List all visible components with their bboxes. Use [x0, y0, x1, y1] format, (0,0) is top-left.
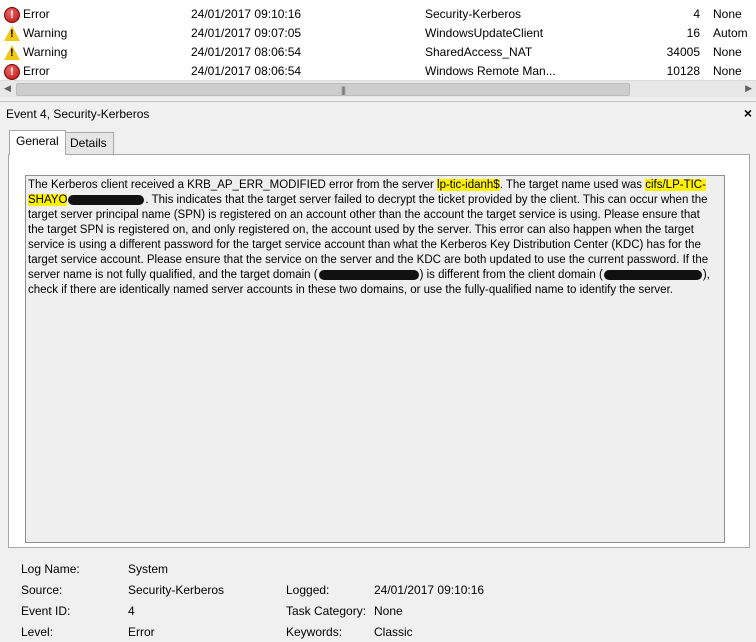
- tab-general[interactable]: General: [9, 130, 66, 155]
- table-row[interactable]: ! Error 24/01/2017 08:06:54 Windows Remo…: [0, 62, 756, 81]
- event-source: SharedAccess_NAT: [425, 45, 533, 59]
- error-icon: !: [4, 7, 20, 23]
- server-name-highlight: lp-tic-idanh$: [437, 179, 500, 191]
- event-source: WindowsUpdateClient: [425, 26, 544, 40]
- detail-pane-header: Event 4, Security-Kerberos ×: [0, 101, 756, 126]
- event-level: Error: [23, 64, 50, 78]
- event-id: 4: [693, 7, 700, 21]
- source-label: Source:: [21, 583, 63, 597]
- redaction-mark: [318, 269, 419, 280]
- log-name-value: System: [128, 562, 169, 576]
- level-label: Level:: [21, 625, 54, 639]
- event-date: 24/01/2017 09:10:16: [191, 7, 302, 21]
- event-level: Warning: [23, 45, 68, 59]
- warning-icon: !: [4, 26, 20, 41]
- warning-icon: !: [4, 45, 20, 60]
- source-value: Security-Kerberos: [128, 583, 225, 597]
- event-source: Security-Kerberos: [425, 7, 522, 21]
- keywords-label: Keywords:: [286, 625, 343, 639]
- error-icon: !: [4, 64, 20, 80]
- event-id: 34005: [666, 45, 700, 59]
- event-id: 16: [686, 26, 700, 40]
- event-date: 24/01/2017 08:06:54: [191, 45, 302, 59]
- logged-value: 24/01/2017 09:10:16: [374, 583, 485, 597]
- task-category-value: None: [374, 604, 403, 618]
- event-level: Warning: [23, 26, 68, 40]
- event-task: None: [713, 64, 742, 78]
- scroll-right-icon[interactable]: ▶: [745, 83, 752, 94]
- event-list: ! Error 24/01/2017 09:10:16 Security-Ker…: [0, 0, 756, 81]
- level-value: Error: [128, 625, 155, 639]
- event-id-label: Event ID:: [21, 604, 71, 618]
- log-name-label: Log Name:: [21, 562, 80, 576]
- event-source: Windows Remote Man...: [425, 64, 556, 78]
- event-task: None: [713, 45, 742, 59]
- event-message-box[interactable]: The Kerberos client received a KRB_AP_ER…: [25, 175, 725, 543]
- keywords-value: Classic: [374, 625, 413, 639]
- event-date: 24/01/2017 08:06:54: [191, 64, 302, 78]
- table-row[interactable]: ! Warning 24/01/2017 08:06:54 SharedAcce…: [0, 43, 756, 62]
- event-task: None: [713, 7, 742, 21]
- redaction-mark: [68, 194, 145, 205]
- general-tab-panel: The Kerberos client received a KRB_AP_ER…: [8, 154, 750, 548]
- event-task: Autom: [713, 26, 748, 40]
- event-id-value: 4: [128, 604, 135, 618]
- close-icon[interactable]: ×: [744, 105, 752, 121]
- task-category-label: Task Category:: [286, 604, 367, 618]
- event-date: 24/01/2017 09:07:05: [191, 26, 302, 40]
- table-row[interactable]: ! Error 24/01/2017 09:10:16 Security-Ker…: [0, 5, 756, 24]
- detail-pane-title: Event 4, Security-Kerberos: [6, 107, 150, 121]
- table-row[interactable]: ! Warning 24/01/2017 09:07:05 WindowsUpd…: [0, 24, 756, 43]
- logged-label: Logged:: [286, 583, 330, 597]
- event-message: The Kerberos client received a KRB_AP_ER…: [28, 179, 710, 296]
- event-id: 10128: [666, 64, 700, 78]
- grip-icon: |||: [341, 85, 346, 95]
- tab-details[interactable]: Details: [63, 132, 114, 154]
- event-level: Error: [23, 7, 50, 21]
- redaction-mark: [603, 269, 702, 280]
- scroll-left-icon[interactable]: ◀: [4, 83, 11, 94]
- scrollbar-thumb[interactable]: |||: [16, 83, 630, 96]
- horizontal-scrollbar[interactable]: ◀ ||| ▶: [0, 80, 756, 97]
